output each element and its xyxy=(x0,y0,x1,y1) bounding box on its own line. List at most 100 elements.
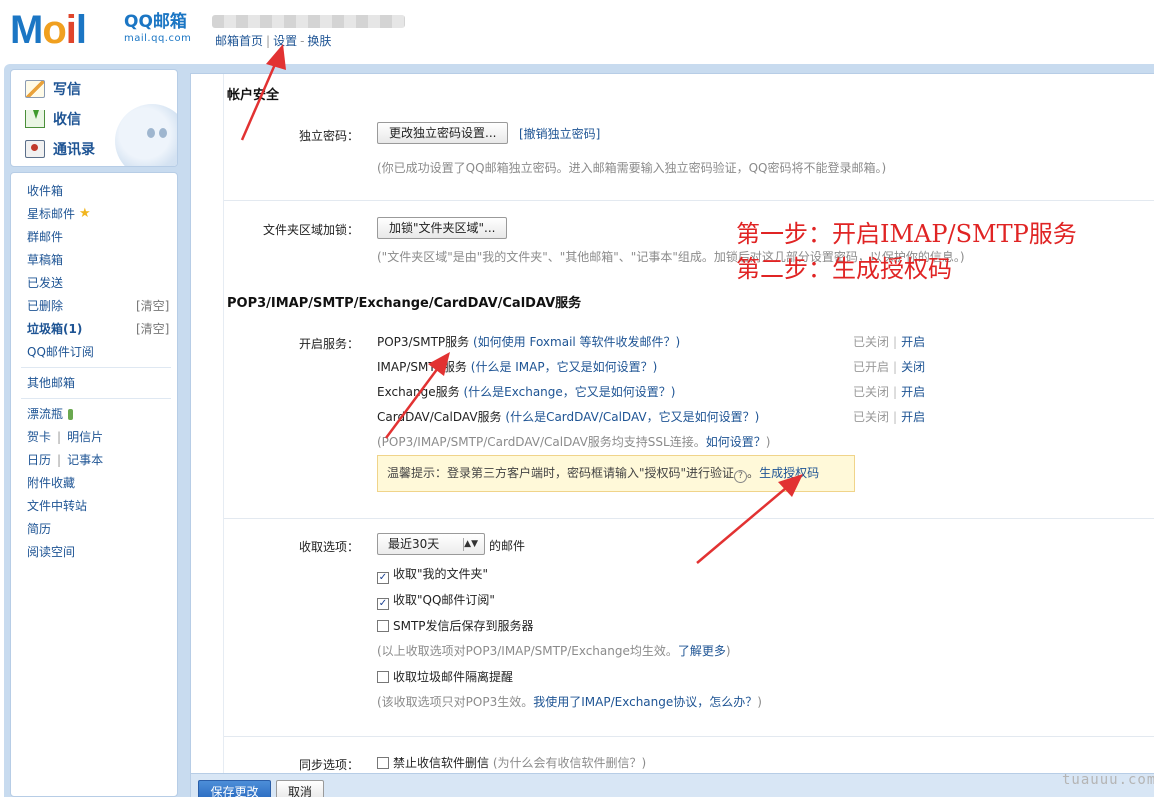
ssl-setup-link[interactable]: 如何设置？ xyxy=(706,435,766,449)
sync-help-link[interactable]: (为什么会有收信软件删信？) xyxy=(493,756,646,770)
imap-exchange-help-link[interactable]: 我使用了IMAP/Exchange协议，怎么办？ xyxy=(533,695,757,709)
brand-domain: mail.qq.com xyxy=(124,33,192,44)
app-resume[interactable]: 简历 xyxy=(27,521,51,537)
receive-button[interactable]: 收信 xyxy=(25,108,81,130)
compose-button[interactable]: 写信 xyxy=(25,78,81,100)
checkbox-checked-icon[interactable]: ✓ xyxy=(377,598,389,610)
nav-skin-link[interactable]: 换肤 xyxy=(307,34,331,48)
option-spam-reminder[interactable]: 收取垃圾邮件隔离提醒 xyxy=(377,668,513,685)
qq-penguin-icon xyxy=(115,104,177,166)
service-name: CardDAV/CalDAV服务 xyxy=(377,410,502,424)
service-help-link[interactable]: (什么是Exchange，它又是如何设置？) xyxy=(463,385,675,399)
pop3-hint-text: (该收取选项只对POP3生效。 xyxy=(377,695,534,709)
action-bar: 保存更改 取消 xyxy=(191,773,1154,797)
folder-starred[interactable]: 星标邮件 ★ xyxy=(27,206,91,222)
receive-hint-text: (以上收取选项对POP3/IMAP/SMTP/Exchange均生效。 xyxy=(377,644,678,658)
folder-spam[interactable]: 垃圾箱(1) [清空] xyxy=(27,321,177,337)
star-icon: ★ xyxy=(79,206,91,221)
folder-deleted[interactable]: 已删除 [清空] xyxy=(27,298,177,314)
checkbox-unchecked-icon[interactable] xyxy=(377,620,389,632)
app-label: 简历 xyxy=(27,522,52,536)
app-attachments[interactable]: 附件收藏 xyxy=(27,475,75,491)
app-greeting-card[interactable]: 贺卡 xyxy=(27,429,51,445)
service-help-link[interactable]: (什么是 IMAP，它又是如何设置？) xyxy=(471,360,658,374)
option-no-delete[interactable]: 禁止收信软件删信 (为什么会有收信软件删信？) xyxy=(377,754,646,771)
folder-label: 已发送 xyxy=(27,276,64,290)
folder-sent[interactable]: 已发送 xyxy=(27,275,63,291)
nav-settings-link[interactable]: 设置 xyxy=(273,34,297,48)
folder-drafts[interactable]: 草稿箱 xyxy=(27,252,63,268)
status-separator: | xyxy=(893,410,898,424)
app-calendar[interactable]: 日历 xyxy=(27,452,51,468)
save-button[interactable]: 保存更改 xyxy=(198,780,271,797)
app-label: 阅读空间 xyxy=(27,545,76,559)
folder-other-mailbox[interactable]: 其他邮箱 xyxy=(27,375,75,391)
clear-spam-link[interactable]: [清空] xyxy=(136,321,169,337)
step1-annotation: 第一步：开启IMAP/SMTP服务 xyxy=(736,220,1077,248)
sidebar-actions: 写信 收信 通讯录 xyxy=(10,69,178,167)
imap-disable-link[interactable]: 关闭 xyxy=(901,360,925,374)
service-help-link[interactable]: (什么是CardDAV/CalDAV，它又是如何设置？) xyxy=(505,410,759,424)
exchange-enable-link[interactable]: 开启 xyxy=(901,385,925,399)
sync-options-label: 同步选项： xyxy=(298,758,359,772)
top-nav: 邮箱首页 | 设置 - 换肤 xyxy=(215,32,331,49)
service-help-link[interactable]: (如何使用 Foxmail 等软件收发邮件？) xyxy=(473,335,680,349)
change-password-button[interactable]: 更改独立密码设置... xyxy=(377,122,509,144)
step2-annotation: 第二步：生成授权码 xyxy=(736,255,952,283)
folder-group-mail[interactable]: 群邮件 xyxy=(27,229,63,245)
receive-label: 收信 xyxy=(53,112,81,128)
folder-label: 星标邮件 xyxy=(27,207,76,221)
app-notebook[interactable]: 记事本 xyxy=(67,452,103,468)
bottle-icon xyxy=(68,408,74,420)
checkbox-unchecked-icon[interactable] xyxy=(377,757,389,769)
paren-close: ) xyxy=(641,756,647,770)
folder-subscriptions[interactable]: QQ邮件订阅 xyxy=(27,344,94,360)
sidebar-divider xyxy=(21,367,171,368)
option-subscriptions[interactable]: ✓ 收取"QQ邮件订阅" xyxy=(377,591,495,610)
password-hint: (你已成功设置了QQ邮箱独立密码。进入邮箱需要输入独立密码验证，QQ密码将不能登… xyxy=(377,161,887,175)
checkbox-unchecked-icon[interactable] xyxy=(377,671,389,683)
nav-home-link[interactable]: 邮箱首页 xyxy=(215,34,263,48)
status-separator: | xyxy=(893,360,898,374)
contacts-label: 通讯录 xyxy=(53,142,95,158)
contacts-button[interactable]: 通讯录 xyxy=(25,138,95,160)
revoke-password-link[interactable]: [撤销独立密码] xyxy=(519,125,600,142)
brand: QQ邮箱 mail.qq.com xyxy=(124,12,191,46)
carddav-enable-link[interactable]: 开启 xyxy=(901,410,925,424)
auth-code-tip: 温馨提示：登录第三方客户端时，密码框请输入"授权码"进行验证? 。生成授权码 xyxy=(377,455,855,492)
help-circle-icon[interactable]: ? xyxy=(734,470,748,483)
cancel-button[interactable]: 取消 xyxy=(276,780,324,797)
logo-letter-i: i xyxy=(65,8,77,52)
paren-close: ) xyxy=(670,385,676,399)
receive-hint: (以上收取选项对POP3/IMAP/SMTP/Exchange均生效。了解更多) xyxy=(377,642,731,659)
ssl-hint-text: (POP3/IMAP/SMTP/CardDAV/CalDAV服务均支持SSL连接… xyxy=(377,435,706,449)
app-file-transfer[interactable]: 文件中转站 xyxy=(27,498,87,514)
receive-hint-end: ) xyxy=(725,644,731,658)
clear-deleted-link[interactable]: [清空] xyxy=(136,298,169,314)
folder-inbox[interactable]: 收件箱 xyxy=(27,183,63,199)
app-postcard[interactable]: 明信片 xyxy=(67,429,103,445)
service-name: POP3/SMTP服务 xyxy=(377,335,470,349)
service-help-text: 什么是CardDAV/CalDAV，它又是如何设置？ xyxy=(510,410,755,424)
service-status-imap: 已开启 | 关闭 xyxy=(853,358,925,375)
option-label: 禁止收信软件删信 xyxy=(393,756,490,770)
ssl-hint: (POP3/IMAP/SMTP/CardDAV/CalDAV服务均支持SSL连接… xyxy=(377,433,770,450)
pop3-enable-link[interactable]: 开启 xyxy=(901,335,925,349)
learn-more-link[interactable]: 了解更多 xyxy=(678,644,726,658)
nav-separator: | xyxy=(266,34,271,48)
option-label: 收取"我的文件夹" xyxy=(393,567,489,581)
app-drift-bottle[interactable]: 漂流瓶 xyxy=(27,406,74,422)
pencil-icon xyxy=(25,80,45,98)
qq-mail-logo[interactable]: Moil xyxy=(10,8,87,52)
option-smtp-save[interactable]: SMTP发信后保存到服务器 xyxy=(377,617,534,634)
folder-lock-button[interactable]: 加锁"文件夹区域"... xyxy=(377,217,508,239)
app-reading-space[interactable]: 阅读空间 xyxy=(27,544,75,560)
option-my-folders[interactable]: ✓ 收取"我的文件夹" xyxy=(377,565,488,584)
logo-letter-o: o xyxy=(42,8,66,52)
app-label: 文件中转站 xyxy=(27,499,88,513)
folder-label: 垃圾箱(1) xyxy=(27,322,83,336)
checkbox-checked-icon[interactable]: ✓ xyxy=(377,572,389,584)
generate-auth-code-link[interactable]: 生成授权码 xyxy=(759,466,819,480)
receive-range-select[interactable]: 最近30天 ▲▼ xyxy=(377,533,485,555)
folder-lock-label: 文件夹区域加锁： xyxy=(262,223,359,237)
